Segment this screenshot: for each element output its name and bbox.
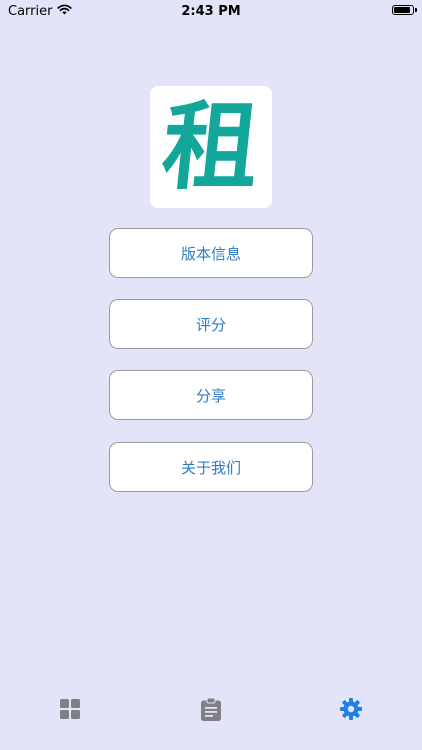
share-label: 分享 (195, 386, 226, 405)
grid-icon (60, 699, 80, 723)
version-info-label: 版本信息 (180, 244, 241, 263)
version-info-button[interactable]: 版本信息 (109, 228, 313, 278)
about-us-button[interactable]: 关于我们 (109, 442, 313, 492)
gear-icon (339, 697, 363, 725)
tab-records[interactable] (198, 697, 224, 725)
battery-icon (392, 5, 417, 15)
tab-home[interactable] (57, 698, 83, 724)
share-button[interactable]: 分享 (109, 370, 313, 420)
rate-button[interactable]: 评分 (109, 299, 313, 349)
clipboard-icon (201, 697, 221, 725)
tab-settings[interactable] (338, 698, 364, 724)
status-bar: Carrier 2:43 PM (0, 0, 422, 24)
about-us-label: 关于我们 (180, 458, 241, 477)
status-time: 2:43 PM (181, 4, 241, 19)
tab-bar (0, 690, 422, 750)
logo-character: 租 (157, 90, 265, 203)
rate-label: 评分 (195, 315, 226, 334)
app-logo: 租 (150, 86, 272, 208)
